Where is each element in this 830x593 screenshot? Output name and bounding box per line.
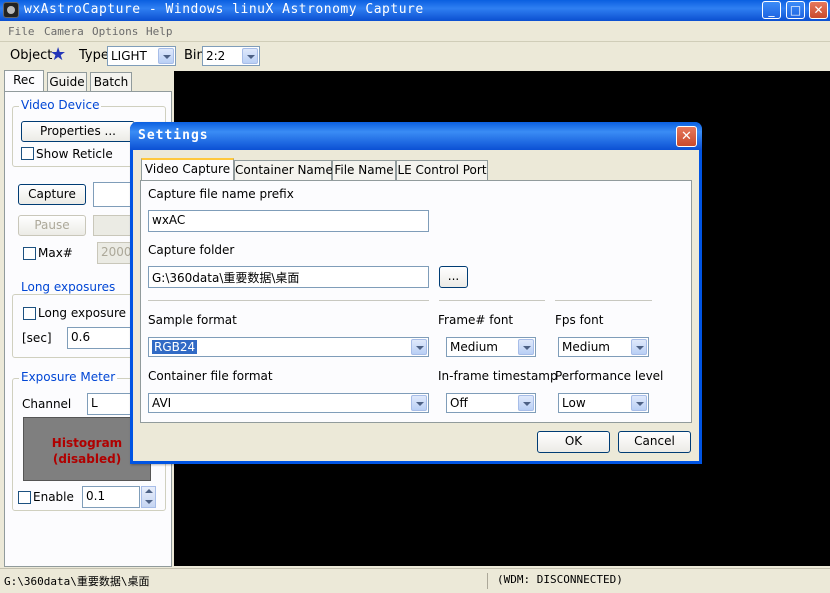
prefix-label: Capture file name prefix — [148, 187, 294, 201]
type-select-value: LIGHT — [111, 49, 147, 63]
video-capture-panel: Capture file name prefix wxAC Capture fo… — [140, 180, 692, 423]
menu-file[interactable]: File — [8, 25, 35, 38]
menu-options[interactable]: Options — [92, 25, 138, 38]
channel-select[interactable]: L — [87, 393, 133, 415]
tab-file-name[interactable]: File Name — [332, 160, 396, 180]
bin-select[interactable]: 2:2 — [202, 46, 260, 66]
sec-field[interactable]: 0.6 — [67, 327, 133, 349]
performance-label: Performance level — [555, 369, 664, 383]
max-checkbox[interactable] — [23, 247, 36, 260]
show-reticle-checkbox[interactable] — [21, 147, 34, 160]
app-icon — [3, 2, 19, 18]
tab-video-capture[interactable]: Video Capture — [141, 158, 234, 180]
chevron-down-icon — [518, 395, 534, 411]
maximize-button[interactable]: □ — [786, 1, 805, 19]
enable-label: Enable — [33, 490, 74, 504]
dialog-body: Video Capture Container Name File Name L… — [133, 150, 699, 461]
dialog-close-button[interactable]: ✕ — [676, 126, 697, 147]
exposure-meter-title: Exposure Meter — [19, 370, 118, 384]
fps-font-label: Fps font — [555, 313, 604, 327]
close-icon: ✕ — [681, 129, 692, 144]
container-format-select[interactable]: AVI — [148, 393, 429, 413]
ok-button[interactable]: OK — [537, 431, 610, 453]
minimize-button[interactable]: _ — [762, 1, 781, 19]
object-label: Object — [10, 48, 53, 63]
separator — [148, 300, 429, 301]
fps-font-select[interactable]: Medium — [558, 337, 649, 357]
type-label: Type — [79, 48, 109, 63]
timestamp-value: Off — [450, 396, 468, 410]
separator — [439, 300, 545, 301]
settings-dialog: Settings ✕ Video Capture Container Name … — [130, 122, 702, 464]
menu-help[interactable]: Help — [146, 25, 173, 38]
sample-format-value: RGB24 — [150, 339, 199, 355]
sample-format-select[interactable]: RGB24 — [148, 337, 429, 357]
chevron-down-icon — [145, 500, 153, 504]
dialog-title: Settings — [138, 128, 209, 143]
sample-format-label: Sample format — [148, 313, 237, 327]
timestamp-label: In-frame timestamp — [438, 369, 558, 383]
timestamp-select[interactable]: Off — [446, 393, 536, 413]
properties-button[interactable]: Properties ... — [21, 121, 135, 142]
capture-count-field[interactable] — [93, 182, 133, 207]
tab-rec[interactable]: Rec — [4, 70, 44, 92]
show-reticle-label: Show Reticle — [36, 147, 113, 161]
max-label: Max# — [38, 246, 73, 260]
sec-label: [sec] — [22, 331, 52, 345]
pause-button[interactable]: Pause — [18, 215, 86, 236]
separator — [555, 300, 652, 301]
menu-bar: File Camera Options Help — [0, 21, 830, 42]
close-button[interactable]: ✕ — [809, 1, 828, 19]
tab-container-name[interactable]: Container Name — [234, 160, 333, 180]
toolbar: Object ★ Type LIGHT Bin 2:2 — [0, 43, 830, 70]
container-format-label: Container file format — [148, 369, 273, 383]
status-wdm: (WDM: DISCONNECTED) — [497, 573, 623, 586]
chevron-down-icon — [411, 339, 427, 355]
tab-guide[interactable]: Guide — [47, 72, 87, 92]
tab-le-control-port[interactable]: LE Control Port — [396, 160, 488, 180]
chevron-down-icon — [518, 339, 534, 355]
spin-button[interactable] — [141, 486, 156, 508]
tab-batch[interactable]: Batch — [90, 72, 132, 92]
fps-font-value: Medium — [562, 340, 610, 354]
container-format-value: AVI — [152, 396, 172, 410]
browse-button[interactable]: ... — [439, 266, 468, 288]
folder-field[interactable]: G:\360data\重要数据\桌面 — [148, 266, 429, 288]
menu-camera[interactable]: Camera — [44, 25, 84, 38]
chevron-up-icon — [145, 489, 153, 493]
channel-label: Channel — [22, 397, 72, 411]
status-path: G:\360data\重要数据\桌面 — [4, 573, 488, 589]
long-exposures-title: Long exposures — [19, 280, 118, 294]
enable-checkbox[interactable] — [18, 491, 31, 504]
folder-label: Capture folder — [148, 243, 235, 257]
window-title: wxAstroCapture - Windows linuX Astronomy… — [24, 2, 424, 17]
enable-value-field[interactable]: 0.1 — [82, 486, 140, 508]
dialog-titlebar[interactable]: Settings ✕ — [130, 122, 702, 150]
status-bar: G:\360data\重要数据\桌面 (WDM: DISCONNECTED) — [0, 568, 830, 593]
performance-select[interactable]: Low — [558, 393, 649, 413]
window-titlebar[interactable]: wxAstroCapture - Windows linuX Astronomy… — [0, 0, 830, 21]
bin-select-value: 2:2 — [206, 49, 226, 63]
video-device-title: Video Device — [19, 98, 102, 112]
star-icon[interactable]: ★ — [50, 45, 66, 65]
long-exposure-label: Long exposure — [38, 306, 126, 320]
max-field[interactable]: 2000 — [97, 242, 133, 264]
type-select[interactable]: LIGHT — [107, 46, 176, 66]
chevron-down-icon — [631, 339, 647, 355]
chevron-down-icon — [158, 48, 174, 64]
performance-value: Low — [562, 396, 586, 410]
chevron-down-icon — [411, 395, 427, 411]
cancel-button[interactable]: Cancel — [618, 431, 691, 453]
frame-font-label: Frame# font — [438, 313, 514, 327]
prefix-field[interactable]: wxAC — [148, 210, 429, 232]
frame-font-value: Medium — [450, 340, 498, 354]
chevron-down-icon — [242, 48, 258, 64]
capture-button[interactable]: Capture — [18, 184, 86, 205]
frame-font-select[interactable]: Medium — [446, 337, 536, 357]
pause-field — [93, 215, 133, 236]
long-exposure-checkbox[interactable] — [23, 307, 36, 320]
chevron-down-icon — [631, 395, 647, 411]
